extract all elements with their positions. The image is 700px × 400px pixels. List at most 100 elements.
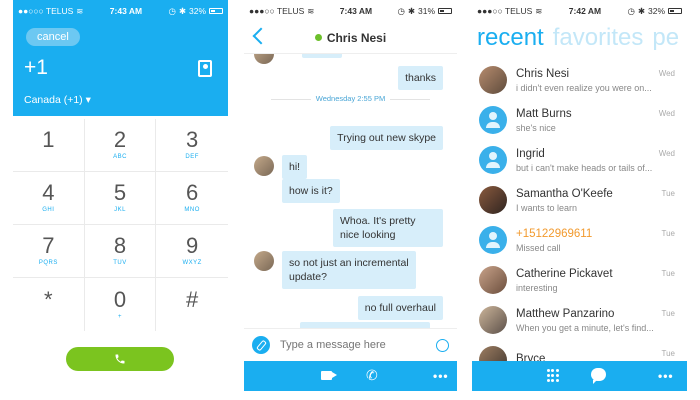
message-bubble: thanks xyxy=(398,66,443,91)
missed-call-label: Missed call xyxy=(516,242,561,253)
keypad-key[interactable]: * xyxy=(13,278,85,331)
contact-avatar xyxy=(254,54,274,64)
recent-day: Wed xyxy=(658,109,675,118)
recent-item[interactable]: Catherine Pickavet interesting Tue xyxy=(472,260,687,300)
key-digit: 1 xyxy=(42,127,55,152)
keypad: 1 2 ABC 3 DEF 4 GHI 5 JKL 6 MNO 7 PQRS 8 TUV 9 WXYZ * 0 + # xyxy=(13,119,228,331)
recent-day: Wed xyxy=(658,69,675,78)
message-bubble: Whoa. It's pretty nice looking xyxy=(333,209,443,248)
presence-indicator xyxy=(314,34,322,41)
recent-snippet: When you get a minute, let's find... xyxy=(516,322,654,333)
keypad-key[interactable]: 5 JKL xyxy=(84,172,157,225)
recent-day: Tue xyxy=(661,309,676,318)
battery-icon xyxy=(438,8,452,14)
cancel-button[interactable]: cancel xyxy=(26,28,80,46)
keypad-key[interactable]: 4 GHI xyxy=(13,172,85,225)
recent-item[interactable]: Ingrid but i can't make heads or tails of… xyxy=(472,140,687,180)
key-letters: TUV xyxy=(113,260,127,266)
chat-header: Chris Nesi xyxy=(244,22,457,54)
recent-item[interactable]: Matt Burns she's nice Wed xyxy=(472,100,687,140)
recent-snippet: I wants to learn xyxy=(516,202,578,213)
alarm-icon: ◷ xyxy=(627,5,635,16)
keypad-key[interactable]: 7 PQRS xyxy=(13,225,85,278)
key-letters: + xyxy=(117,313,122,320)
dialpad-icon[interactable] xyxy=(547,369,559,383)
keypad-key[interactable]: 6 MNO xyxy=(156,172,228,225)
key-digit: 8 xyxy=(113,233,127,258)
bluetooth-icon: ✱ xyxy=(637,5,645,16)
message-bubble: so not just an incremental update? xyxy=(282,251,416,290)
battery-percent: 32% xyxy=(647,6,665,16)
key-letters: WXYZ xyxy=(182,260,202,266)
phone-icon[interactable]: ✆ xyxy=(366,367,378,384)
key-letters: MNO xyxy=(184,207,200,213)
date-separator: Wednesday 2:55 PM xyxy=(244,94,457,103)
avatar xyxy=(479,266,507,294)
keypad-key[interactable]: 3 DEF xyxy=(156,119,228,172)
clock: 7:43 AM xyxy=(109,6,143,16)
recent-item[interactable]: +15122969611 Missed call Tue xyxy=(472,220,687,260)
attach-icon[interactable] xyxy=(252,336,270,354)
message-list[interactable]: thanks Wednesday 2:55 PM Trying out new … xyxy=(244,54,457,328)
dialer-screen: ●●○○○ TELUS ≋ 7:43 AM ◷ ✱ 32% cancel +1 Can… xyxy=(13,0,228,400)
key-digit: 0 xyxy=(113,286,127,312)
call-button[interactable] xyxy=(66,347,174,371)
key-digit: 6 xyxy=(186,180,199,205)
more-icon[interactable]: ••• xyxy=(433,369,449,383)
status-bar: ●●○○○ TELUS ≋ 7:43 AM ◷ ✱ 32% xyxy=(13,0,228,22)
keypad-key[interactable]: 9 WXYZ xyxy=(156,225,228,278)
recent-item[interactable]: Matthew Panzarino When you get a minute, … xyxy=(472,300,687,340)
tab-people[interactable]: pe xyxy=(652,24,679,52)
key-digit: 7 xyxy=(42,233,55,258)
tab-favorites[interactable]: favorites xyxy=(553,24,644,52)
recent-day: Tue xyxy=(661,189,676,198)
chat-title[interactable]: Chris Nesi xyxy=(314,30,387,45)
default-avatar-icon xyxy=(479,146,507,174)
carrier: ●●○○○ TELUS xyxy=(18,6,74,16)
clock: 7:42 AM xyxy=(568,6,602,16)
message-bubble: how is it? xyxy=(282,179,340,204)
phone-icon xyxy=(115,354,125,364)
carrier: ●●●○○ TELUS xyxy=(249,6,305,16)
recent-snippet: interesting xyxy=(516,282,558,293)
key-digit: 2 xyxy=(113,127,127,152)
key-digit: 9 xyxy=(186,233,199,258)
wifi-icon: ≋ xyxy=(535,5,543,16)
recent-item[interactable]: Chris Nesi i didn't even realize you were… xyxy=(472,60,687,100)
recent-day: Tue xyxy=(661,229,676,238)
more-icon[interactable]: ••• xyxy=(658,369,674,383)
key-letters: GHI xyxy=(42,207,55,213)
contact-avatar xyxy=(254,156,274,176)
message-bubble-partial xyxy=(302,54,342,58)
back-icon[interactable] xyxy=(252,27,270,45)
contact-name: Chris Nesi xyxy=(326,30,387,45)
country-selector[interactable]: Canada (+1) ▾ xyxy=(13,80,228,106)
key-digit: 4 xyxy=(42,180,55,205)
wifi-icon: ≋ xyxy=(307,5,315,16)
keypad-key[interactable]: 8 TUV xyxy=(84,225,157,278)
recent-item[interactable]: Samantha O'Keefe I wants to learn Tue xyxy=(472,180,687,220)
tab-recent[interactable]: recent xyxy=(477,24,544,52)
key-digit: 5 xyxy=(113,180,127,205)
message-bubble: no full overhaul xyxy=(357,296,443,321)
recent-snippet: but i can't make heads or tails of... xyxy=(516,162,653,173)
carrier: ●●●○○ TELUS xyxy=(477,6,533,16)
video-icon[interactable] xyxy=(321,371,337,380)
message-input[interactable] xyxy=(280,339,436,351)
chat-icon[interactable] xyxy=(591,368,606,384)
recent-snippet: she's nice xyxy=(516,122,556,133)
alarm-icon: ◷ xyxy=(168,5,176,16)
keypad-key[interactable]: 2 ABC xyxy=(84,119,157,172)
keypad-key[interactable]: 1 xyxy=(13,119,85,172)
status-bar: ●●●○○ TELUS ≋ 7:43 AM ◷ ✱ 31% xyxy=(244,0,457,22)
keypad-key[interactable]: 0 + xyxy=(85,278,157,331)
bluetooth-icon: ✱ xyxy=(178,5,186,16)
recent-day: Wed xyxy=(658,149,675,158)
chat-screen: ●●●○○ TELUS ≋ 7:43 AM ◷ ✱ 31% Chris Nesi th… xyxy=(244,0,457,400)
contact-avatar xyxy=(254,251,274,271)
dialer-header: ●●○○○ TELUS ≋ 7:43 AM ◷ ✱ 32% cancel +1 Can… xyxy=(13,0,228,116)
composer xyxy=(244,328,457,361)
keypad-key[interactable]: # xyxy=(156,278,228,331)
emoji-icon[interactable] xyxy=(436,338,449,352)
contacts-icon[interactable] xyxy=(198,59,212,77)
